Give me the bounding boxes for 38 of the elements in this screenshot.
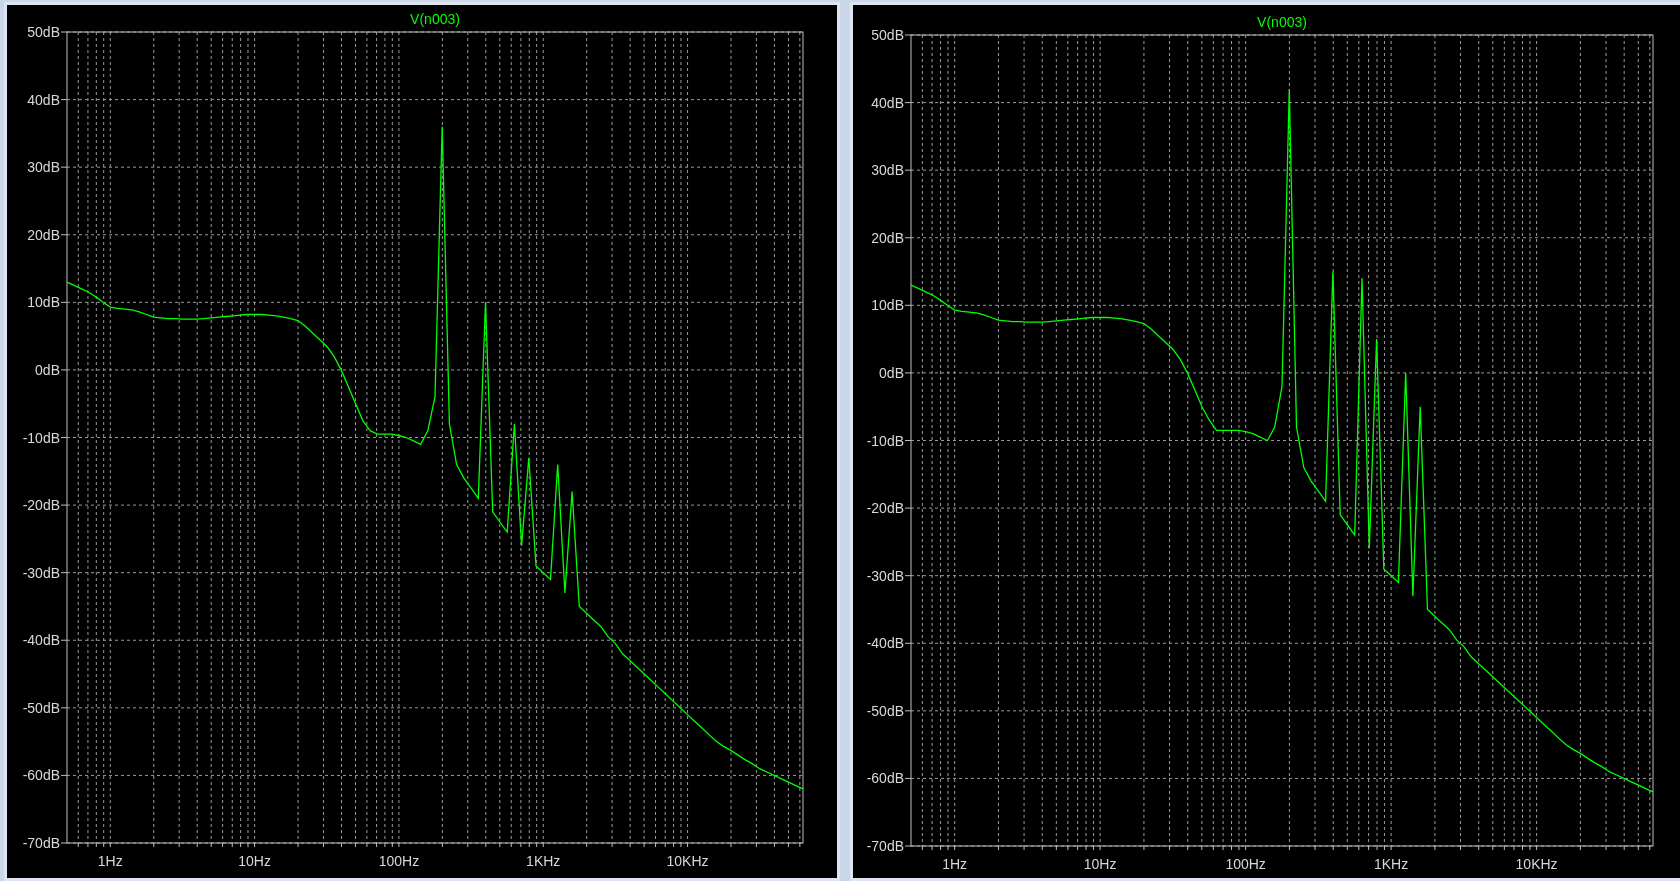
trace-label[interactable]: V(n003) — [1257, 14, 1307, 30]
x-tick-label: 1Hz — [97, 853, 123, 869]
y-tick-label: -50dB — [866, 702, 904, 719]
x-tick-label: 100Hz — [378, 853, 420, 869]
y-tick-label: 0dB — [879, 364, 904, 381]
x-tick-label: 10Hz — [238, 853, 271, 869]
y-tick-label: 10dB — [27, 294, 60, 311]
y-tick-label: 0dB — [35, 361, 60, 378]
y-tick-label: -10dB — [22, 429, 60, 446]
y-tick-label: -20dB — [22, 497, 60, 514]
y-tick-label: 50dB — [871, 27, 904, 43]
y-tick-label: 50dB — [27, 24, 60, 40]
y-tick-label: 30dB — [871, 162, 904, 179]
y-tick-label: 30dB — [27, 159, 60, 176]
y-tick-label: -60dB — [866, 770, 904, 787]
y-tick-label: -30dB — [866, 567, 904, 584]
y-tick-label: 20dB — [871, 229, 904, 246]
y-tick-label: -10dB — [866, 432, 904, 449]
y-tick-label: -40dB — [866, 635, 904, 652]
trace-label[interactable]: V(n003) — [410, 11, 460, 27]
x-tick-label: 10KHz — [1515, 856, 1558, 872]
y-tick-label: -30dB — [22, 564, 60, 581]
y-tick-label: 40dB — [27, 91, 60, 108]
x-tick-label: 1KHz — [526, 853, 561, 869]
y-tick-label: 10dB — [871, 297, 904, 314]
y-tick-label: -70dB — [22, 835, 60, 851]
y-tick-label: -40dB — [22, 632, 60, 649]
y-tick-label: -20dB — [866, 500, 904, 517]
x-tick-label: 10Hz — [1083, 856, 1117, 872]
x-tick-label: 10KHz — [666, 853, 709, 869]
x-tick-label: 1Hz — [942, 856, 968, 872]
x-tick-label: 1KHz — [1374, 856, 1409, 872]
y-tick-label: -60dB — [22, 767, 60, 784]
y-tick-label: -70dB — [866, 838, 904, 854]
y-tick-label: 20dB — [27, 226, 60, 243]
y-tick-label: -50dB — [22, 699, 60, 716]
y-tick-label: 40dB — [871, 94, 904, 111]
x-tick-label: 100Hz — [1225, 856, 1266, 872]
